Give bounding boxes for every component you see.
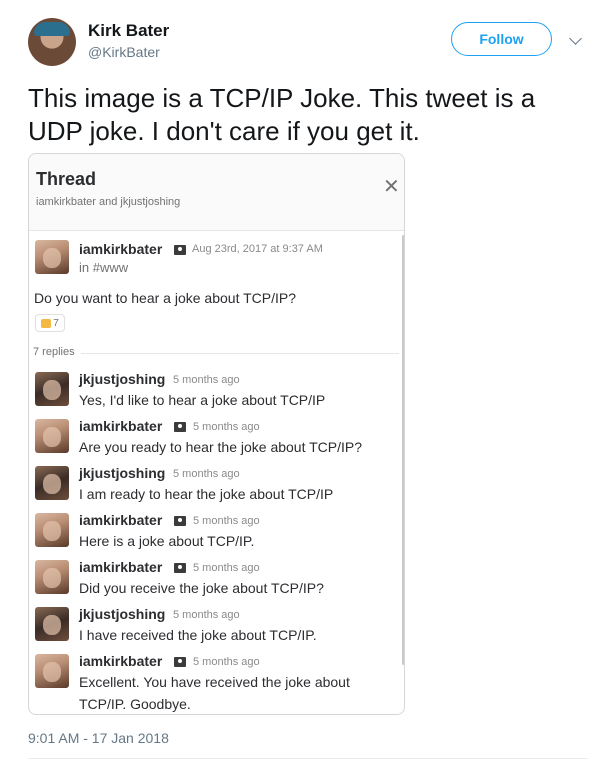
avatar	[35, 372, 69, 406]
channel-label: in #www	[79, 260, 129, 275]
divider	[81, 353, 399, 354]
avatar	[35, 560, 69, 594]
tweet-text: This image is a TCP/IP Joke. This tweet …	[28, 83, 536, 146]
message-text: Yes, I'd like to hear a joke about TCP/I…	[79, 392, 326, 408]
avatar	[35, 654, 69, 688]
message-time: 5 months ago	[193, 656, 260, 668]
reaction-badge: 7	[35, 314, 65, 332]
avatar	[35, 607, 69, 641]
close-icon: ✕	[383, 176, 400, 198]
avatar	[35, 419, 69, 453]
author-name[interactable]: Kirk Bater	[88, 21, 169, 41]
avatar	[35, 513, 69, 547]
message-text: Excellent. You have received the joke ab…	[79, 674, 350, 712]
message-time: 5 months ago	[193, 562, 260, 574]
pirate-flag-icon	[174, 245, 186, 255]
message-text: Do you want to hear a joke about TCP/IP?	[34, 290, 297, 306]
follow-button[interactable]: Follow	[451, 22, 552, 56]
divider	[28, 758, 588, 759]
username: iamkirkbater	[79, 559, 163, 575]
scrollbar	[402, 235, 404, 665]
message-text: I am ready to hear the joke about TCP/IP	[79, 486, 334, 502]
pirate-flag-icon	[174, 516, 186, 526]
message-time: 5 months ago	[193, 421, 260, 433]
thread-title: Thread	[36, 169, 97, 189]
message-text: I have received the joke about TCP/IP.	[79, 627, 317, 643]
username: iamkirkbater	[79, 653, 163, 669]
pirate-flag-icon	[174, 657, 186, 667]
message-text: Here is a joke about TCP/IP.	[79, 533, 255, 549]
username: jkjustjoshing	[79, 465, 166, 481]
message-text: Are you ready to hear the joke about TCP…	[79, 439, 363, 455]
tweet-timestamp[interactable]: 9:01 AM - 17 Jan 2018	[28, 730, 169, 746]
thread-header: Thread iamkirkbater and jkjustjoshing ✕	[29, 154, 404, 231]
message-text: Did you receive the joke about TCP/IP?	[79, 580, 324, 596]
pirate-flag-icon	[174, 563, 186, 573]
message-time: 5 months ago	[193, 515, 260, 527]
thumbs-up-icon	[41, 318, 52, 328]
avatar[interactable]	[28, 18, 76, 66]
username: jkjustjoshing	[79, 606, 166, 622]
avatar	[35, 466, 69, 500]
username: iamkirkbater	[79, 418, 163, 434]
thread-image[interactable]: Thread iamkirkbater and jkjustjoshing ✕ …	[28, 153, 405, 715]
username: iamkirkbater	[79, 512, 163, 528]
message-time: 5 months ago	[173, 609, 240, 621]
username: iamkirkbater	[79, 241, 163, 257]
message-time: 5 months ago	[173, 374, 240, 386]
reaction-count: 7	[53, 317, 59, 329]
avatar	[35, 240, 69, 274]
message-time: 5 months ago	[173, 468, 240, 480]
chevron-down-icon[interactable]	[569, 32, 582, 45]
author-handle[interactable]: @KirkBater	[88, 44, 160, 60]
replies-count: 7 replies	[33, 346, 75, 358]
username: jkjustjoshing	[79, 371, 166, 387]
message-time: Aug 23rd, 2017 at 9:37 AM	[192, 243, 323, 255]
pirate-flag-icon	[174, 422, 186, 432]
thread-participants: iamkirkbater and jkjustjoshing	[36, 196, 181, 208]
